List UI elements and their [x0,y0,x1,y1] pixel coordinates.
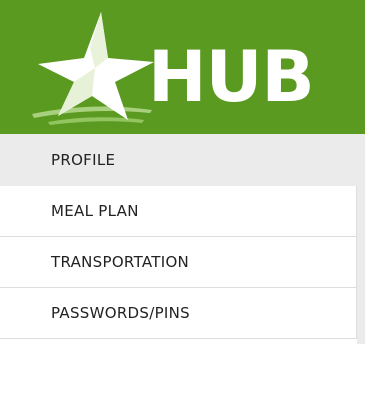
nav-item-passwords-pins[interactable]: PASSWORDS/PINS [0,288,357,339]
hub-logo-text: HUB [148,36,315,118]
nav-item-profile[interactable]: PROFILE [0,134,365,186]
hub-logo[interactable]: HUB [30,10,340,128]
nav-right-gutter [357,186,365,344]
nav-item-label: MEAL PLAN [51,202,139,220]
nav-item-transportation[interactable]: TRANSPORTATION [0,237,357,288]
nav-item-label: PROFILE [51,151,116,169]
star-icon [30,10,155,128]
nav-item-label: TRANSPORTATION [51,253,190,271]
nav-item-meal-plan[interactable]: MEAL PLAN [0,186,357,237]
header-banner: HUB [0,0,365,134]
nav-item-label: PASSWORDS/PINS [51,304,190,322]
app-root: HUB PROFILE MEAL PLAN TRANSPORTATION PAS… [0,0,365,411]
